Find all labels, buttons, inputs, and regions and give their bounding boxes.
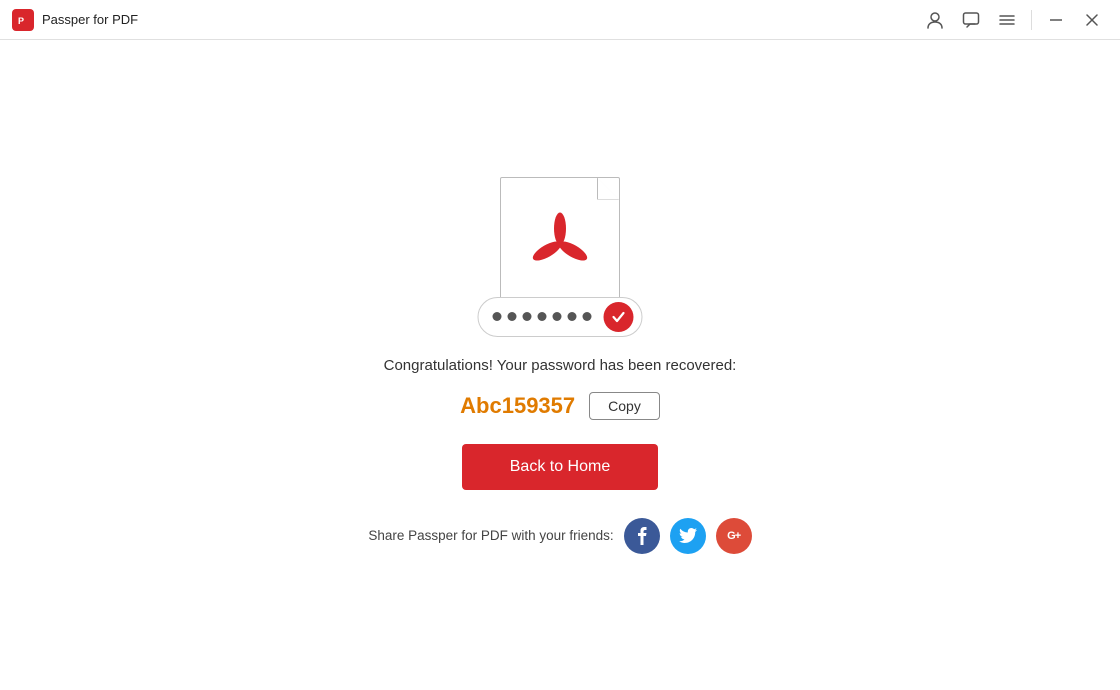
dot-1: [493, 312, 502, 321]
share-text: Share Passper for PDF with your friends:: [368, 528, 613, 543]
dot-3: [523, 312, 532, 321]
dot-2: [508, 312, 517, 321]
menu-button[interactable]: [991, 4, 1023, 36]
dot-7: [583, 312, 592, 321]
google-plus-label: G+: [727, 530, 740, 542]
pdf-doc-body: [500, 177, 620, 317]
svg-text:P: P: [18, 16, 24, 26]
dot-4: [538, 312, 547, 321]
close-button[interactable]: [1076, 4, 1108, 36]
pdf-illustration: [490, 177, 630, 337]
facebook-share-button[interactable]: [624, 518, 660, 554]
titlebar-separator: [1031, 10, 1032, 30]
dot-6: [568, 312, 577, 321]
user-button[interactable]: [919, 4, 951, 36]
app-logo: P: [12, 9, 34, 31]
dot-5: [553, 312, 562, 321]
password-row: Abc159357 Copy: [460, 392, 660, 420]
google-share-button[interactable]: G+: [716, 518, 752, 554]
twitter-share-button[interactable]: [670, 518, 706, 554]
success-check-circle: [604, 302, 634, 332]
back-to-home-button[interactable]: Back to Home: [462, 444, 658, 490]
minimize-button[interactable]: [1040, 4, 1072, 36]
window-controls: [919, 4, 1108, 36]
app-title: Passper for PDF: [42, 12, 919, 27]
titlebar: P Passper for PDF: [0, 0, 1120, 40]
copy-button[interactable]: Copy: [589, 392, 660, 420]
congrats-message: Congratulations! Your password has been …: [384, 357, 737, 374]
password-indicator-bar: [478, 297, 643, 337]
password-dots: [487, 312, 604, 321]
pdf-document: [500, 177, 620, 317]
share-row: Share Passper for PDF with your friends:…: [368, 518, 751, 554]
main-content: Congratulations! Your password has been …: [0, 40, 1120, 690]
pdf-doc-corner: [597, 178, 619, 200]
chat-button[interactable]: [955, 4, 987, 36]
recovered-password: Abc159357: [460, 393, 575, 419]
pdf-logo: [525, 208, 595, 278]
